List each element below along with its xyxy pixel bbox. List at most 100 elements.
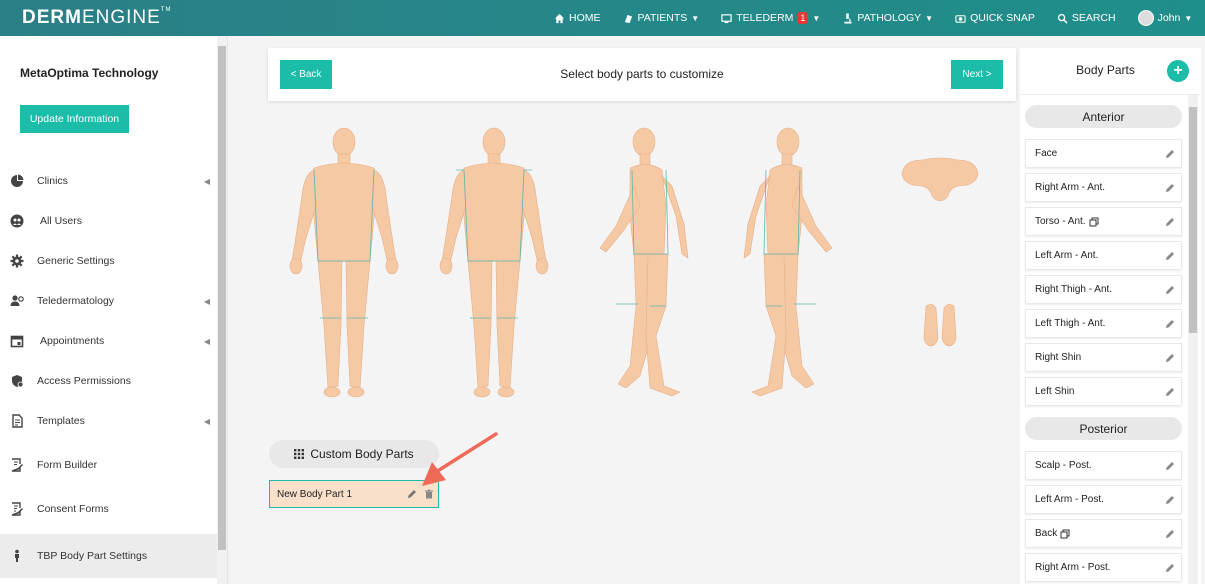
body-part-row[interactable]: Right Thigh - Ant. xyxy=(1025,275,1182,304)
notification-badge: 1 xyxy=(797,12,809,24)
body-part-row[interactable]: Back xyxy=(1025,519,1182,548)
pencil-icon[interactable] xyxy=(1165,183,1175,193)
pencil-icon[interactable] xyxy=(1165,217,1175,227)
add-body-part-button[interactable]: + xyxy=(1167,60,1189,82)
body-part-label: Left Arm - Post. xyxy=(1035,494,1104,505)
copy-icon xyxy=(1060,529,1070,538)
sidebar-item-label: Teledermatology xyxy=(37,295,115,307)
sidebar-item-appointments[interactable]: Appointments ◀ xyxy=(0,321,218,361)
body-part-row[interactable]: Torso - Ant. xyxy=(1025,207,1182,236)
body-parts-scrollbar[interactable] xyxy=(1188,95,1198,584)
sidebar-scrollbar[interactable] xyxy=(217,36,227,584)
sidebar-item-tbp-body-part-settings[interactable]: TBP Body Part Settings xyxy=(0,534,218,578)
sidebar-scrollbar-thumb[interactable] xyxy=(218,46,226,550)
nav-items: HOME PATIENTS ▼ TELEDERM 1 ▼ PATHOLOGY ▼… xyxy=(554,0,1205,36)
anterior-section-header: Anterior xyxy=(1025,105,1182,128)
chevron-down-icon: ▼ xyxy=(812,13,821,23)
pencil-icon[interactable] xyxy=(1165,319,1175,329)
body-left-side-figure[interactable] xyxy=(596,126,696,398)
calendar-icon xyxy=(10,335,24,348)
nav-patients[interactable]: PATIENTS ▼ xyxy=(623,12,699,24)
nav-pathology-label: PATHOLOGY xyxy=(857,12,922,24)
body-part-row[interactable]: Right Shin xyxy=(1025,343,1182,372)
body-part-row[interactable]: Left Thigh - Ant. xyxy=(1025,309,1182,338)
sidebar-item-label: Consent Forms xyxy=(37,503,109,515)
nav-user-menu[interactable]: John ▼ xyxy=(1137,10,1193,26)
sidebar-item-teledermatology[interactable]: Teledermatology ◀ xyxy=(0,281,218,321)
sidebar-item-templates[interactable]: Templates ◀ xyxy=(0,401,218,441)
pencil-icon[interactable] xyxy=(1165,461,1175,471)
chevron-down-icon: ▼ xyxy=(1184,13,1193,23)
body-part-row[interactable]: Scalp - Post. xyxy=(1025,451,1182,480)
nav-patients-label: PATIENTS xyxy=(637,12,688,24)
grid-icon xyxy=(294,449,305,459)
person-icon xyxy=(15,549,19,562)
sidebar-item-label: Appointments xyxy=(40,335,105,347)
body-part-row[interactable]: Face xyxy=(1025,139,1182,168)
header-card: < Back Select body parts to customize Ne… xyxy=(268,48,1016,101)
brand-light: ENGINE xyxy=(81,7,161,28)
copy-icon xyxy=(1089,217,1099,226)
pie-chart-icon xyxy=(11,174,24,187)
pencil-icon[interactable] xyxy=(1165,353,1175,363)
sidebar-item-label: Form Builder xyxy=(37,459,98,471)
body-parts-scrollbar-thumb[interactable] xyxy=(1189,107,1197,333)
nav-user-label: John xyxy=(1157,12,1181,24)
nav-quick-snap[interactable]: QUICK SNAP xyxy=(955,12,1035,24)
pencil-icon[interactable] xyxy=(1165,387,1175,397)
sidebar: MetaOptima Technology Update Information… xyxy=(0,36,228,584)
nav-telederm[interactable]: TELEDERM 1 ▼ xyxy=(721,12,820,24)
microscope-icon xyxy=(844,13,852,23)
nav-home[interactable]: HOME xyxy=(554,12,601,24)
gear-icon xyxy=(10,254,24,268)
body-back-figure[interactable] xyxy=(434,126,554,398)
page-title: Select body parts to customize xyxy=(560,67,724,81)
body-part-label: Left Arm - Ant. xyxy=(1035,250,1099,261)
chevron-left-icon: ◀ xyxy=(203,416,210,426)
pencil-icon[interactable] xyxy=(1165,529,1175,539)
feet-soles-figure[interactable] xyxy=(920,302,960,348)
body-part-row[interactable]: Left Arm - Ant. xyxy=(1025,241,1182,270)
custom-body-parts-title: Custom Body Parts xyxy=(310,447,414,461)
shield-icon xyxy=(12,375,24,388)
pencil-icon[interactable] xyxy=(1165,285,1175,295)
chevron-down-icon: ▼ xyxy=(925,13,934,23)
pencil-icon[interactable] xyxy=(1165,495,1175,505)
divider xyxy=(1020,94,1201,95)
nav-pathology[interactable]: PATHOLOGY ▼ xyxy=(842,12,933,24)
body-part-row[interactable]: Right Arm - Ant. xyxy=(1025,173,1182,202)
top-nav: DERMENGINETM HOME PATIENTS ▼ TELEDERM 1 … xyxy=(0,0,1205,36)
brand-logo[interactable]: DERMENGINETM xyxy=(22,7,171,29)
patients-icon xyxy=(624,14,632,23)
body-front-figure[interactable] xyxy=(284,126,404,398)
search-icon xyxy=(1057,13,1068,24)
org-name: MetaOptima Technology xyxy=(20,66,159,80)
sidebar-item-label: Generic Settings xyxy=(37,255,115,267)
telederm-icon xyxy=(721,13,732,23)
posterior-section-header: Posterior xyxy=(1025,417,1182,440)
body-right-side-figure[interactable] xyxy=(736,126,846,398)
body-part-label: Left Shin xyxy=(1035,386,1075,397)
sidebar-item-form-builder[interactable]: Form Builder xyxy=(0,445,218,485)
pencil-icon[interactable] xyxy=(1165,563,1175,573)
body-part-row[interactable]: Right Arm - Post. xyxy=(1025,553,1182,582)
sidebar-item-label: Clinics xyxy=(37,175,68,187)
update-information-button[interactable]: Update Information xyxy=(20,105,129,133)
body-part-label: Right Arm - Post. xyxy=(1035,562,1111,573)
sidebar-item-all-users[interactable]: All Users xyxy=(0,201,218,241)
chevron-left-icon: ◀ xyxy=(203,296,210,306)
body-part-row[interactable]: Left Arm - Post. xyxy=(1025,485,1182,514)
sidebar-item-clinics[interactable]: Clinics ◀ xyxy=(0,161,218,201)
pencil-icon[interactable] xyxy=(1165,149,1175,159)
sidebar-item-label: Access Permissions xyxy=(37,375,131,387)
sidebar-item-access-permissions[interactable]: Access Permissions xyxy=(0,361,218,401)
sidebar-item-consent-forms[interactable]: Consent Forms xyxy=(0,489,218,529)
body-part-row[interactable]: Left Shin xyxy=(1025,377,1182,406)
head-top-figure[interactable] xyxy=(900,156,980,204)
sidebar-item-generic-settings[interactable]: Generic Settings xyxy=(0,241,218,281)
body-part-label: Right Shin xyxy=(1035,352,1082,363)
pencil-icon[interactable] xyxy=(1165,251,1175,261)
next-button[interactable]: Next > xyxy=(951,60,1003,89)
home-icon xyxy=(554,13,565,23)
nav-search[interactable]: SEARCH xyxy=(1057,12,1116,24)
